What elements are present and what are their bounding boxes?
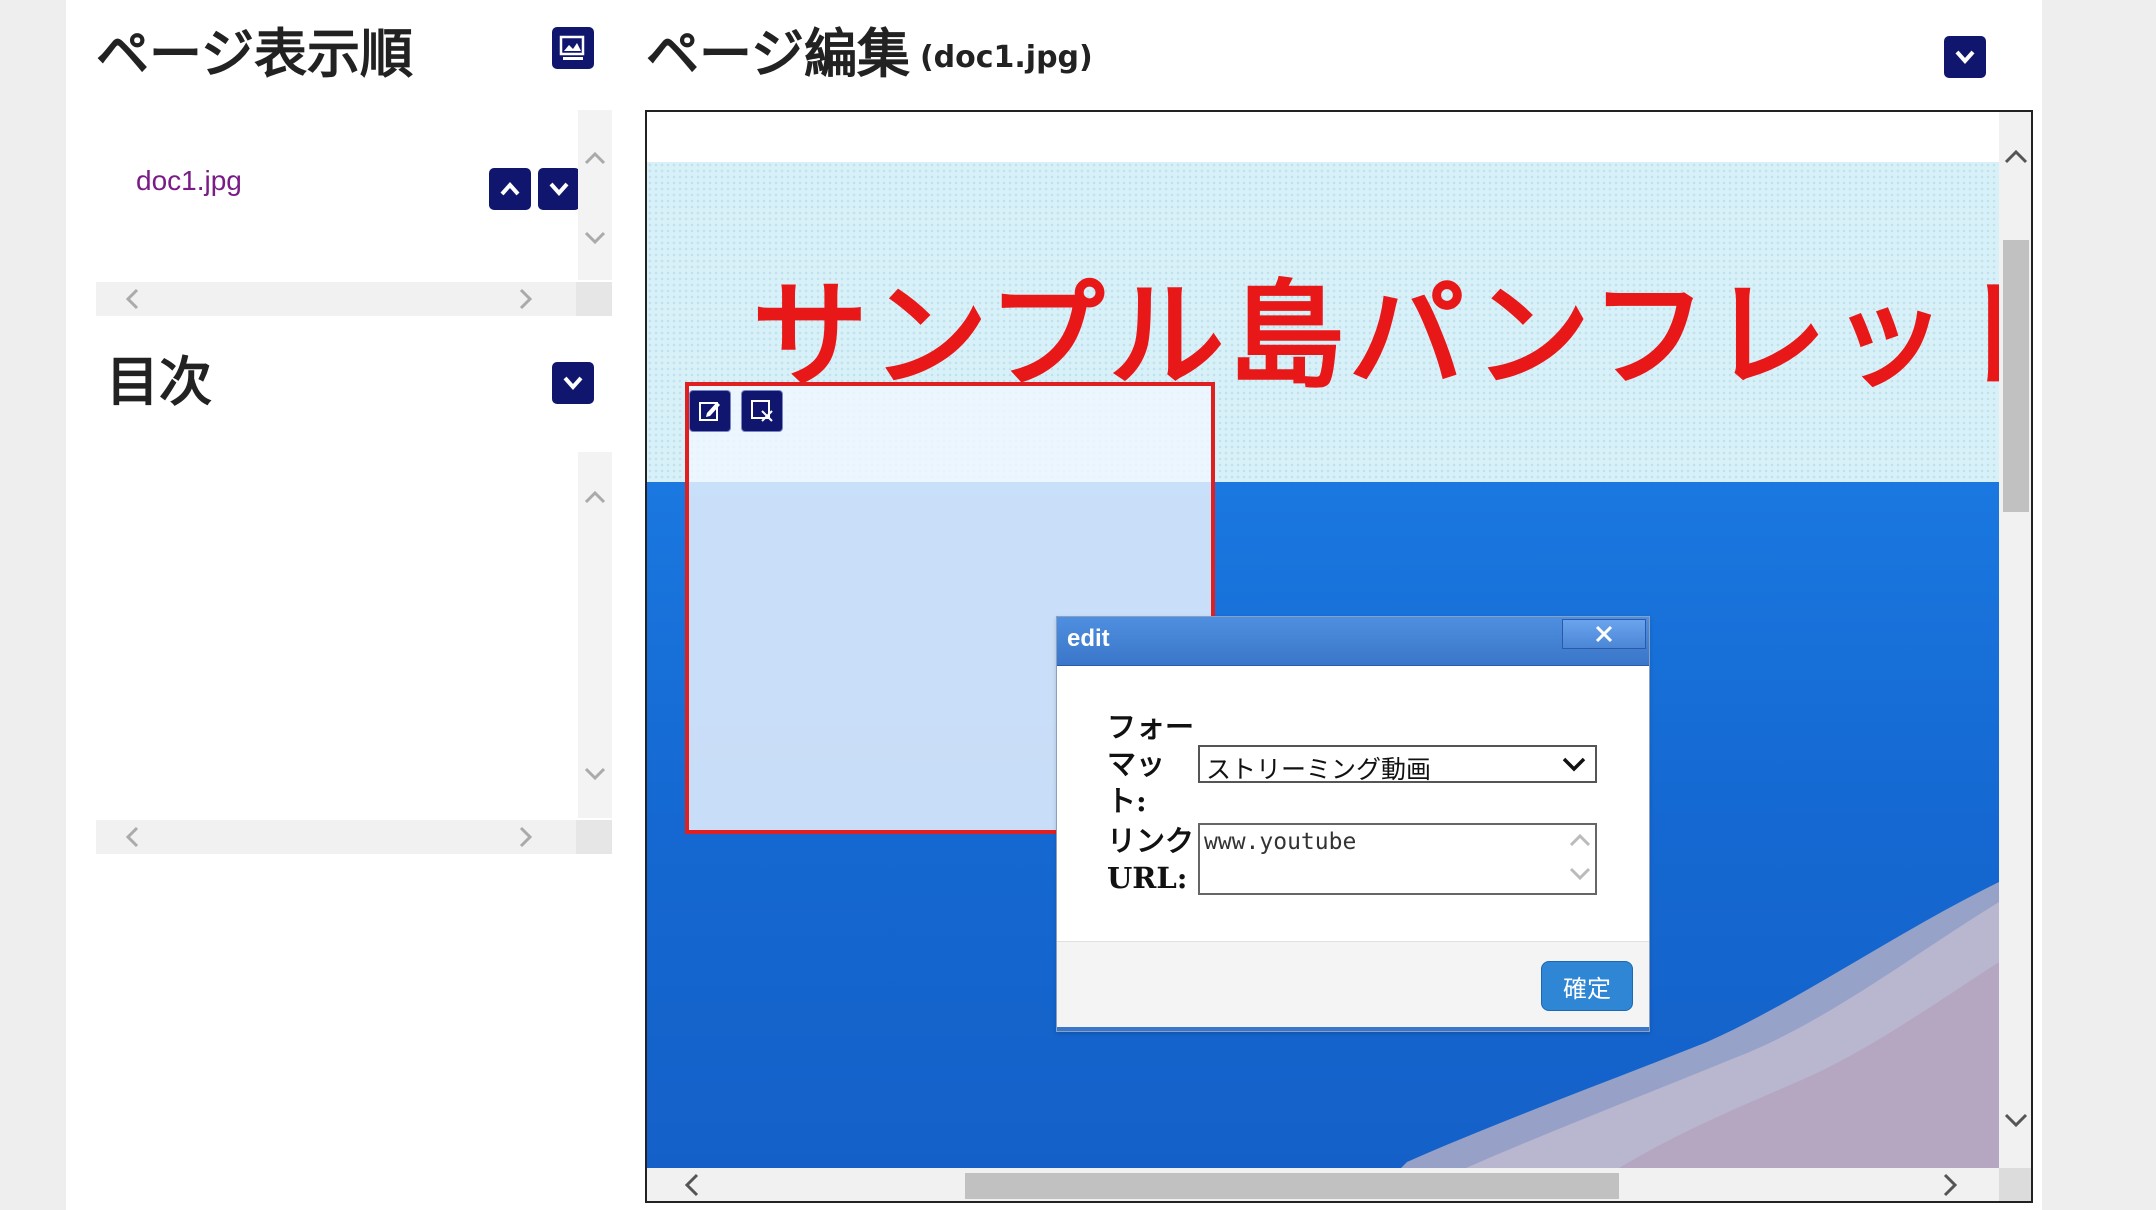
move-up-button[interactable] — [489, 168, 531, 210]
dialog-footer: 確定 — [1057, 941, 1649, 1028]
scroll-up-arrow[interactable] — [1999, 142, 2031, 172]
editor-toggle-button[interactable] — [1944, 36, 1986, 78]
scroll-right-arrow[interactable] — [514, 282, 538, 316]
format-select-value: ストリーミング動画 — [1206, 755, 1432, 784]
toc-list — [96, 452, 642, 818]
editor-hscroll-thumb[interactable] — [965, 1173, 1619, 1199]
scroll-down-arrow[interactable] — [578, 762, 612, 786]
page-order-vscroll[interactable] — [578, 110, 612, 280]
page-order-hscroll[interactable] — [96, 282, 612, 316]
scroll-left-arrow[interactable] — [120, 282, 144, 316]
chevron-down-icon — [2004, 1113, 2028, 1128]
chevron-left-icon — [684, 1173, 699, 1197]
canvas-top-strip — [647, 112, 1999, 163]
chevron-left-icon — [125, 288, 139, 310]
scroll-corner — [1999, 1168, 2031, 1201]
chevron-right-icon — [519, 826, 533, 848]
chevron-right-icon — [519, 288, 533, 310]
chevron-up-icon — [584, 490, 606, 504]
chevron-down-icon — [563, 376, 583, 391]
toc-toggle-button[interactable] — [552, 362, 594, 404]
scroll-up-arrow[interactable] — [578, 485, 612, 509]
chevron-down-icon — [1955, 50, 1975, 65]
chevron-down-icon — [549, 182, 569, 197]
textarea-scrollbar[interactable] — [1567, 827, 1593, 891]
chevron-down-icon — [1569, 867, 1591, 881]
select-arrow-icon — [1562, 757, 1586, 772]
dialog-close-button[interactable] — [1562, 619, 1646, 649]
move-down-button[interactable] — [538, 168, 580, 210]
edit-area-button[interactable] — [689, 390, 731, 432]
chevron-up-icon — [500, 181, 520, 196]
chevron-down-icon — [584, 231, 606, 245]
delete-icon — [751, 400, 773, 422]
editor-vscroll-thumb[interactable] — [2003, 240, 2029, 512]
scroll-corner — [576, 282, 612, 316]
chevron-right-icon — [1943, 1173, 1958, 1197]
chevron-down-icon — [584, 767, 606, 781]
confirm-button[interactable]: 確定 — [1541, 961, 1633, 1011]
chevron-left-icon — [125, 826, 139, 848]
scroll-down-arrow[interactable] — [1999, 1105, 2031, 1135]
image-order-icon — [559, 35, 585, 60]
toc-vscroll[interactable] — [578, 452, 612, 818]
page-order-list: doc1.jpg — [96, 110, 642, 280]
page-edit-heading: ページ編集 (doc1.jpg) — [646, 12, 1093, 88]
page-edit-filename: (doc1.jpg) — [919, 39, 1093, 75]
scroll-up-arrow[interactable] — [578, 146, 612, 170]
scroll-right-arrow[interactable] — [1935, 1168, 1965, 1201]
toc-hscroll[interactable] — [96, 820, 612, 854]
format-select[interactable]: ストリーミング動画 — [1198, 745, 1597, 784]
editor-vscroll[interactable] — [1999, 112, 2031, 1168]
link-url-value: www.youtube — [1204, 829, 1357, 855]
page-edit-title: ページ編集 — [646, 24, 910, 85]
dialog-titlebar[interactable]: edit — [1057, 617, 1649, 666]
dialog-title: edit — [1067, 625, 1110, 652]
chevron-up-icon — [2004, 149, 2028, 164]
dialog-bottom-border — [1057, 1027, 1649, 1031]
edit-dialog: edit フォーマット: ストリーミング動画 リンクURL: www.youtu… — [1056, 616, 1650, 1032]
chevron-up-icon — [1569, 833, 1591, 847]
page-order-item[interactable]: doc1.jpg — [136, 165, 242, 197]
editor-hscroll[interactable] — [647, 1168, 1999, 1201]
scroll-corner — [576, 820, 612, 854]
toc-heading: 目次 — [106, 352, 212, 413]
scroll-right-arrow[interactable] — [514, 820, 538, 854]
link-url-textarea[interactable]: www.youtube — [1198, 823, 1597, 895]
chevron-up-icon — [584, 151, 606, 165]
format-label: フォーマット: — [1107, 710, 1195, 818]
close-icon — [1595, 625, 1613, 643]
scroll-left-arrow[interactable] — [677, 1168, 707, 1201]
scroll-down-arrow[interactable] — [578, 226, 612, 250]
link-url-label: リンクURL: — [1107, 824, 1195, 895]
scroll-left-arrow[interactable] — [120, 820, 144, 854]
edit-icon — [699, 402, 720, 421]
page-order-heading: ページ表示順 — [96, 24, 413, 85]
page-order-menu-button[interactable] — [552, 27, 594, 69]
delete-area-button[interactable] — [741, 390, 783, 432]
